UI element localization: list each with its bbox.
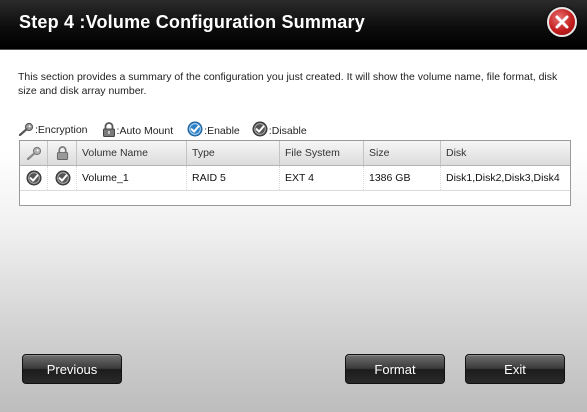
table-row[interactable]: Volume_1 RAID 5 EXT 4 1386 GB Disk1,Disk… [20,166,570,191]
key-icon [18,122,34,136]
previous-button[interactable]: Previous [22,354,122,384]
close-button[interactable] [547,7,577,37]
column-header-type[interactable]: Type [187,141,280,165]
column-header-encryption[interactable] [20,141,48,165]
row-encryption-status [20,166,48,190]
volume-summary-table: Volume Name Type File System Size Disk V… [19,140,571,206]
row-volume-name: Volume_1 [77,166,187,190]
exit-button[interactable]: Exit [465,354,565,384]
disabled-check-icon [252,121,268,137]
column-header-auto-mount[interactable] [48,141,77,165]
column-header-volume-name[interactable]: Volume Name [77,141,187,165]
key-icon [26,146,42,160]
legend-disable-label: :Disable [268,125,307,137]
table-header: Volume Name Type File System Size Disk [20,141,570,166]
disabled-check-icon [26,170,42,186]
column-header-size[interactable]: Size [364,141,441,165]
row-file-system: EXT 4 [280,166,364,190]
column-header-file-system[interactable]: File System [280,141,364,165]
volume-config-summary-dialog: Step 4 :Volume Configuration Summary Thi… [0,0,587,412]
title-bar: Step 4 :Volume Configuration Summary [0,0,587,50]
enabled-check-icon [187,121,203,137]
row-type: RAID 5 [187,166,280,190]
legend-encryption-label: :Encryption [35,124,88,136]
row-auto-mount-status [48,166,77,190]
legend-disable: :Disable [252,121,307,137]
legend-encryption: :Encryption [18,122,88,136]
row-size: 1386 GB [364,166,441,190]
close-icon [555,15,569,29]
column-header-disk[interactable]: Disk [441,141,570,165]
legend-enable: :Enable [187,121,240,137]
legend-enable-label: :Enable [204,125,240,137]
row-disk: Disk1,Disk2,Disk3,Disk4 [446,172,560,184]
disabled-check-icon [55,170,71,186]
lock-icon [56,146,69,160]
legend-auto-mount: :Auto Mount [102,121,174,137]
dialog-title: Step 4 :Volume Configuration Summary [19,12,365,32]
format-button[interactable]: Format [345,354,445,384]
section-description: This section provides a summary of the c… [18,71,558,97]
lock-icon [102,121,115,137]
icon-legend: :Encryption :Auto Mount :Enable:Disable [18,120,311,138]
legend-auto-mount-label: :Auto Mount [116,124,174,137]
